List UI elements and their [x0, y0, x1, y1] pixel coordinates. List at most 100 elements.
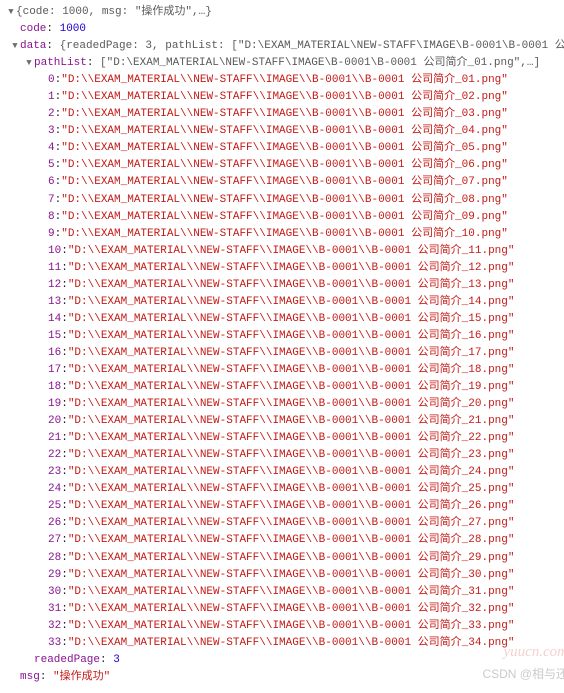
array-index: 25: [48, 498, 61, 515]
pathlist-item[interactable]: 8: "D:\\EXAM_MATERIAL\\NEW-STAFF\\IMAGE\…: [6, 209, 564, 226]
array-index: 19: [48, 396, 61, 413]
array-index: 31: [48, 601, 61, 618]
array-index: 30: [48, 584, 61, 601]
pathlist-item[interactable]: 3: "D:\\EXAM_MATERIAL\\NEW-STAFF\\IMAGE\…: [6, 123, 564, 140]
array-index: 17: [48, 362, 61, 379]
prop-key: code: [20, 21, 46, 38]
pathlist-item[interactable]: 33: "D:\\EXAM_MATERIAL\\NEW-STAFF\\IMAGE…: [6, 635, 564, 652]
array-value: "D:\\EXAM_MATERIAL\\NEW-STAFF\\IMAGE\\B-…: [61, 226, 508, 243]
prop-value: "操作成功": [53, 669, 110, 686]
json-prop-pathlist[interactable]: ▼ pathList : ["D:\EXAM_MATERIAL\NEW-STAF…: [6, 55, 564, 72]
pathlist-item[interactable]: 24: "D:\\EXAM_MATERIAL\\NEW-STAFF\\IMAGE…: [6, 481, 564, 498]
colon: :: [55, 89, 62, 106]
colon: :: [55, 157, 62, 174]
colon: :: [61, 584, 68, 601]
array-value: "D:\\EXAM_MATERIAL\\NEW-STAFF\\IMAGE\\B-…: [61, 209, 508, 226]
colon: :: [61, 294, 68, 311]
pathlist-item[interactable]: 14: "D:\\EXAM_MATERIAL\\NEW-STAFF\\IMAGE…: [6, 311, 564, 328]
prop-key: readedPage: [34, 652, 100, 669]
colon: :: [61, 328, 68, 345]
pathlist-item[interactable]: 20: "D:\\EXAM_MATERIAL\\NEW-STAFF\\IMAGE…: [6, 413, 564, 430]
array-index: 15: [48, 328, 61, 345]
pathlist-item[interactable]: 27: "D:\\EXAM_MATERIAL\\NEW-STAFF\\IMAGE…: [6, 532, 564, 549]
array-value: "D:\\EXAM_MATERIAL\\NEW-STAFF\\IMAGE\\B-…: [68, 515, 515, 532]
array-value: "D:\\EXAM_MATERIAL\\NEW-STAFF\\IMAGE\\B-…: [68, 635, 515, 652]
prop-key: msg: [20, 669, 40, 686]
colon: :: [55, 106, 62, 123]
pathlist-item[interactable]: 10: "D:\\EXAM_MATERIAL\\NEW-STAFF\\IMAGE…: [6, 243, 564, 260]
pathlist-item[interactable]: 28: "D:\\EXAM_MATERIAL\\NEW-STAFF\\IMAGE…: [6, 550, 564, 567]
colon: :: [61, 498, 68, 515]
pathlist-item[interactable]: 31: "D:\\EXAM_MATERIAL\\NEW-STAFF\\IMAGE…: [6, 601, 564, 618]
collapse-icon[interactable]: ▼: [10, 40, 20, 54]
array-index: 33: [48, 635, 61, 652]
pathlist-item[interactable]: 9: "D:\\EXAM_MATERIAL\\NEW-STAFF\\IMAGE\…: [6, 226, 564, 243]
pathlist-item[interactable]: 16: "D:\\EXAM_MATERIAL\\NEW-STAFF\\IMAGE…: [6, 345, 564, 362]
colon: :: [61, 635, 68, 652]
pathlist-item[interactable]: 30: "D:\\EXAM_MATERIAL\\NEW-STAFF\\IMAGE…: [6, 584, 564, 601]
pathlist-item[interactable]: 17: "D:\\EXAM_MATERIAL\\NEW-STAFF\\IMAGE…: [6, 362, 564, 379]
array-value: "D:\\EXAM_MATERIAL\\NEW-STAFF\\IMAGE\\B-…: [61, 72, 508, 89]
colon: :: [61, 515, 68, 532]
array-index: 18: [48, 379, 61, 396]
colon: :: [61, 345, 68, 362]
json-prop-readedpage[interactable]: readedPage : 3: [6, 652, 564, 669]
pathlist-item[interactable]: 23: "D:\\EXAM_MATERIAL\\NEW-STAFF\\IMAGE…: [6, 464, 564, 481]
prop-value: 1000: [60, 21, 86, 38]
pathlist-item[interactable]: 7: "D:\\EXAM_MATERIAL\\NEW-STAFF\\IMAGE\…: [6, 192, 564, 209]
collapse-icon[interactable]: ▼: [6, 6, 16, 20]
pathlist-item[interactable]: 13: "D:\\EXAM_MATERIAL\\NEW-STAFF\\IMAGE…: [6, 294, 564, 311]
pathlist-item[interactable]: 19: "D:\\EXAM_MATERIAL\\NEW-STAFF\\IMAGE…: [6, 396, 564, 413]
array-index: 14: [48, 311, 61, 328]
array-value: "D:\\EXAM_MATERIAL\\NEW-STAFF\\IMAGE\\B-…: [68, 362, 515, 379]
json-prop-msg[interactable]: msg : "操作成功": [6, 669, 564, 686]
pathlist-item[interactable]: 5: "D:\\EXAM_MATERIAL\\NEW-STAFF\\IMAGE\…: [6, 157, 564, 174]
pathlist-item[interactable]: 1: "D:\\EXAM_MATERIAL\\NEW-STAFF\\IMAGE\…: [6, 89, 564, 106]
colon: :: [61, 243, 68, 260]
array-index: 24: [48, 481, 61, 498]
array-index: 12: [48, 277, 61, 294]
pathlist-item[interactable]: 21: "D:\\EXAM_MATERIAL\\NEW-STAFF\\IMAGE…: [6, 430, 564, 447]
array-value: "D:\\EXAM_MATERIAL\\NEW-STAFF\\IMAGE\\B-…: [68, 550, 515, 567]
array-value: "D:\\EXAM_MATERIAL\\NEW-STAFF\\IMAGE\\B-…: [68, 601, 515, 618]
prop-key: data: [20, 38, 46, 55]
pathlist-item[interactable]: 12: "D:\\EXAM_MATERIAL\\NEW-STAFF\\IMAGE…: [6, 277, 564, 294]
array-index: 23: [48, 464, 61, 481]
pathlist-item[interactable]: 11: "D:\\EXAM_MATERIAL\\NEW-STAFF\\IMAGE…: [6, 260, 564, 277]
array-value: "D:\\EXAM_MATERIAL\\NEW-STAFF\\IMAGE\\B-…: [68, 243, 515, 260]
array-index: 2: [48, 106, 55, 123]
colon: :: [61, 447, 68, 464]
json-prop-code[interactable]: code : 1000: [6, 21, 564, 38]
colon: :: [55, 140, 62, 157]
prop-value: 3: [113, 652, 120, 669]
array-value: "D:\\EXAM_MATERIAL\\NEW-STAFF\\IMAGE\\B-…: [68, 260, 515, 277]
pathlist-item[interactable]: 29: "D:\\EXAM_MATERIAL\\NEW-STAFF\\IMAGE…: [6, 567, 564, 584]
array-value: "D:\\EXAM_MATERIAL\\NEW-STAFF\\IMAGE\\B-…: [68, 430, 515, 447]
colon: :: [87, 55, 100, 72]
array-index: 27: [48, 532, 61, 549]
array-index: 11: [48, 260, 61, 277]
array-value: "D:\\EXAM_MATERIAL\\NEW-STAFF\\IMAGE\\B-…: [61, 89, 508, 106]
pathlist-item[interactable]: 25: "D:\\EXAM_MATERIAL\\NEW-STAFF\\IMAGE…: [6, 498, 564, 515]
array-value: "D:\\EXAM_MATERIAL\\NEW-STAFF\\IMAGE\\B-…: [61, 123, 508, 140]
pathlist-item[interactable]: 6: "D:\\EXAM_MATERIAL\\NEW-STAFF\\IMAGE\…: [6, 174, 564, 191]
pathlist-item[interactable]: 18: "D:\\EXAM_MATERIAL\\NEW-STAFF\\IMAGE…: [6, 379, 564, 396]
array-value: "D:\\EXAM_MATERIAL\\NEW-STAFF\\IMAGE\\B-…: [68, 379, 515, 396]
pathlist-item[interactable]: 4: "D:\\EXAM_MATERIAL\\NEW-STAFF\\IMAGE\…: [6, 140, 564, 157]
pathlist-item[interactable]: 22: "D:\\EXAM_MATERIAL\\NEW-STAFF\\IMAGE…: [6, 447, 564, 464]
json-prop-data[interactable]: ▼ data : {readedPage: 3, pathList: ["D:\…: [6, 38, 564, 55]
pathlist-item[interactable]: 32: "D:\\EXAM_MATERIAL\\NEW-STAFF\\IMAGE…: [6, 618, 564, 635]
array-value: "D:\\EXAM_MATERIAL\\NEW-STAFF\\IMAGE\\B-…: [61, 106, 508, 123]
colon: :: [61, 532, 68, 549]
pathlist-item[interactable]: 0: "D:\\EXAM_MATERIAL\\NEW-STAFF\\IMAGE\…: [6, 72, 564, 89]
pathlist-item[interactable]: 15: "D:\\EXAM_MATERIAL\\NEW-STAFF\\IMAGE…: [6, 328, 564, 345]
json-root-row[interactable]: ▼ {code: 1000, msg: "操作成功",…}: [6, 4, 564, 21]
array-index: 13: [48, 294, 61, 311]
array-value: "D:\\EXAM_MATERIAL\\NEW-STAFF\\IMAGE\\B-…: [68, 396, 515, 413]
pathlist-item[interactable]: 2: "D:\\EXAM_MATERIAL\\NEW-STAFF\\IMAGE\…: [6, 106, 564, 123]
array-index: 5: [48, 157, 55, 174]
array-index: 32: [48, 618, 61, 635]
collapse-icon[interactable]: ▼: [24, 57, 34, 71]
colon: :: [55, 226, 62, 243]
pathlist-item[interactable]: 26: "D:\\EXAM_MATERIAL\\NEW-STAFF\\IMAGE…: [6, 515, 564, 532]
